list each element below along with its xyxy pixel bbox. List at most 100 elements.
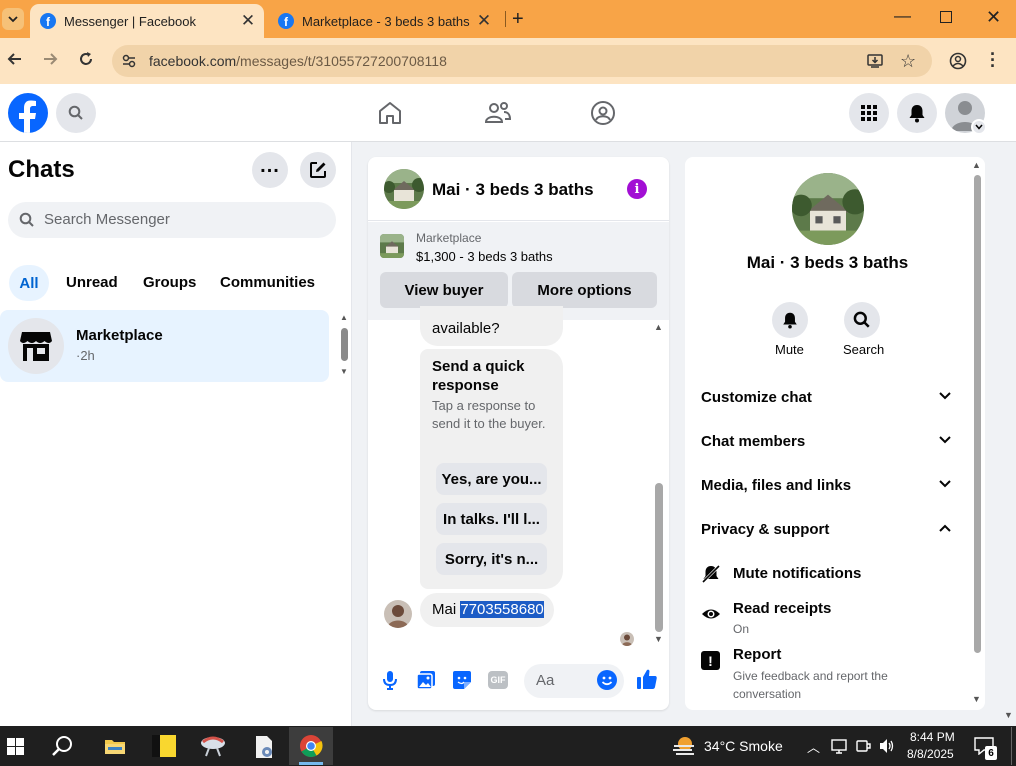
read-receipts-option[interactable]: Read receipts xyxy=(733,600,831,617)
chevron-down-icon[interactable] xyxy=(938,391,952,401)
sticky-notes-icon[interactable] xyxy=(152,735,176,757)
show-desktop-button[interactable] xyxy=(1011,727,1012,765)
close-tab-icon[interactable]: ✕ xyxy=(238,11,258,31)
install-app-icon[interactable] xyxy=(866,52,884,70)
new-message-button[interactable] xyxy=(300,152,336,188)
url-text[interactable]: facebook.com/messages/t/3105572720070811… xyxy=(149,53,447,69)
mute-label: Mute xyxy=(775,342,804,357)
tab-messenger[interactable]: f Messenger | Facebook ✕ xyxy=(30,4,264,38)
volume-icon[interactable] xyxy=(878,738,896,754)
site-info-icon[interactable] xyxy=(121,53,137,69)
active-indicator xyxy=(299,762,323,765)
quick-reply-button[interactable]: Yes, are you... xyxy=(436,463,547,495)
chevron-down-icon[interactable] xyxy=(938,435,952,445)
groups-nav-button[interactable] xyxy=(590,100,616,126)
chevron-up-icon[interactable] xyxy=(938,523,952,533)
tab-search-button[interactable] xyxy=(2,8,24,30)
voice-clip-button[interactable] xyxy=(382,670,398,690)
reload-icon xyxy=(80,52,92,65)
quick-reply-button[interactable]: In talks. I'll l... xyxy=(436,503,547,535)
close-tab-icon[interactable]: ✕ xyxy=(474,11,494,31)
more-options-button[interactable]: More options xyxy=(512,272,657,308)
chevron-up-icon[interactable]: ︿ xyxy=(807,737,820,756)
section-privacy-support[interactable]: Privacy & support xyxy=(701,521,829,538)
view-buyer-button[interactable]: View buyer xyxy=(380,272,508,308)
sender-avatar[interactable] xyxy=(384,600,412,628)
section-media-files[interactable]: Media, files and links xyxy=(701,477,851,494)
search-input[interactable]: Search Messenger xyxy=(44,211,170,228)
app-icon[interactable] xyxy=(200,734,226,758)
info-icon[interactable]: i xyxy=(627,179,647,199)
conversation-avatar[interactable] xyxy=(384,169,424,209)
menu-button[interactable] xyxy=(849,93,889,133)
new-tab-button[interactable]: + xyxy=(512,8,524,31)
search-in-chat-button[interactable] xyxy=(844,302,880,338)
conversation-scroll-up[interactable]: ▲ xyxy=(654,322,663,332)
file-explorer-icon[interactable] xyxy=(104,737,126,755)
minimize-button[interactable]: — xyxy=(894,6,911,26)
marketplace-avatar xyxy=(8,318,64,374)
home-nav-button[interactable] xyxy=(377,100,403,126)
emoji-button[interactable] xyxy=(597,670,617,690)
profile-icon[interactable] xyxy=(949,52,967,70)
browser-menu-icon[interactable]: · · · xyxy=(990,45,996,75)
notifications-button[interactable] xyxy=(897,93,937,133)
message-text: available? xyxy=(432,320,500,337)
device-icon[interactable] xyxy=(855,738,871,754)
listing-thumbnail[interactable] xyxy=(380,234,404,258)
back-button[interactable] xyxy=(6,50,24,68)
weather-text[interactable]: 34°C Smoke xyxy=(704,738,783,754)
forward-button[interactable] xyxy=(41,50,59,68)
mute-notifications-option[interactable]: Mute notifications xyxy=(733,565,861,582)
search-label: Search xyxy=(843,342,885,357)
details-scroll-down[interactable]: ▼ xyxy=(972,694,981,704)
taskbar-search-button[interactable] xyxy=(52,735,74,757)
clock-date[interactable]: 8/8/2025 xyxy=(907,747,954,761)
account-chevron-icon[interactable] xyxy=(971,119,987,135)
mute-button[interactable] xyxy=(772,302,808,338)
house-photo-icon xyxy=(384,169,424,209)
conversation-scrollbar[interactable] xyxy=(655,483,663,632)
tab-marketplace[interactable]: f Marketplace - 3 beds 3 baths | F ✕ xyxy=(268,4,500,38)
conversation-scroll-down[interactable]: ▼ xyxy=(654,634,663,644)
section-customize-chat[interactable]: Customize chat xyxy=(701,389,812,406)
report-option[interactable]: Report xyxy=(733,646,781,663)
details-scrollbar[interactable] xyxy=(974,175,981,653)
details-scroll-up[interactable]: ▲ xyxy=(972,160,981,170)
filter-unread[interactable]: Unread xyxy=(66,274,118,291)
quick-reply-button[interactable]: Sorry, it's n... xyxy=(436,543,547,575)
listing-price: $1,300 - 3 beds 3 baths xyxy=(416,249,553,264)
clock-time[interactable]: 8:44 PM xyxy=(910,730,955,744)
chat-name: Marketplace xyxy=(76,327,163,344)
filter-groups[interactable]: Groups xyxy=(143,274,196,291)
document-app-icon[interactable] xyxy=(252,735,276,759)
facebook-search-button[interactable] xyxy=(56,93,96,133)
weather-icon[interactable] xyxy=(672,736,696,756)
start-button[interactable] xyxy=(7,738,24,755)
details-avatar[interactable] xyxy=(792,173,864,245)
friends-nav-button[interactable] xyxy=(484,100,512,126)
maximize-button[interactable] xyxy=(940,11,952,23)
attach-photo-button[interactable] xyxy=(416,670,436,690)
sidebar-scroll-down[interactable]: ▼ xyxy=(340,367,348,376)
like-button[interactable] xyxy=(636,668,658,690)
sidebar-scroll-up[interactable]: ▲ xyxy=(340,313,348,322)
sidebar-scrollbar[interactable] xyxy=(341,328,348,361)
bookmark-star-icon[interactable]: ☆ xyxy=(900,51,916,72)
quick-response-title: Send a quick response xyxy=(432,358,525,394)
page-scroll-down[interactable]: ▼ xyxy=(1004,710,1013,720)
filter-communities[interactable]: Communities xyxy=(220,274,315,291)
close-window-button[interactable]: ✕ xyxy=(986,7,1001,28)
filter-all[interactable]: All xyxy=(9,265,49,301)
facebook-logo-icon[interactable] xyxy=(8,93,48,133)
chat-options-button[interactable]: ... xyxy=(252,152,288,188)
mute-bell-off-icon xyxy=(701,564,721,584)
facebook-favicon-icon: f xyxy=(278,13,294,29)
sticker-button[interactable] xyxy=(452,670,472,690)
chevron-down-icon[interactable] xyxy=(938,479,952,489)
reload-button[interactable] xyxy=(77,50,95,68)
section-chat-members[interactable]: Chat members xyxy=(701,433,805,450)
selected-phone-number[interactable]: 7703558680 xyxy=(460,601,544,618)
network-icon[interactable] xyxy=(831,738,847,754)
gif-icon[interactable]: GIF xyxy=(488,671,508,689)
